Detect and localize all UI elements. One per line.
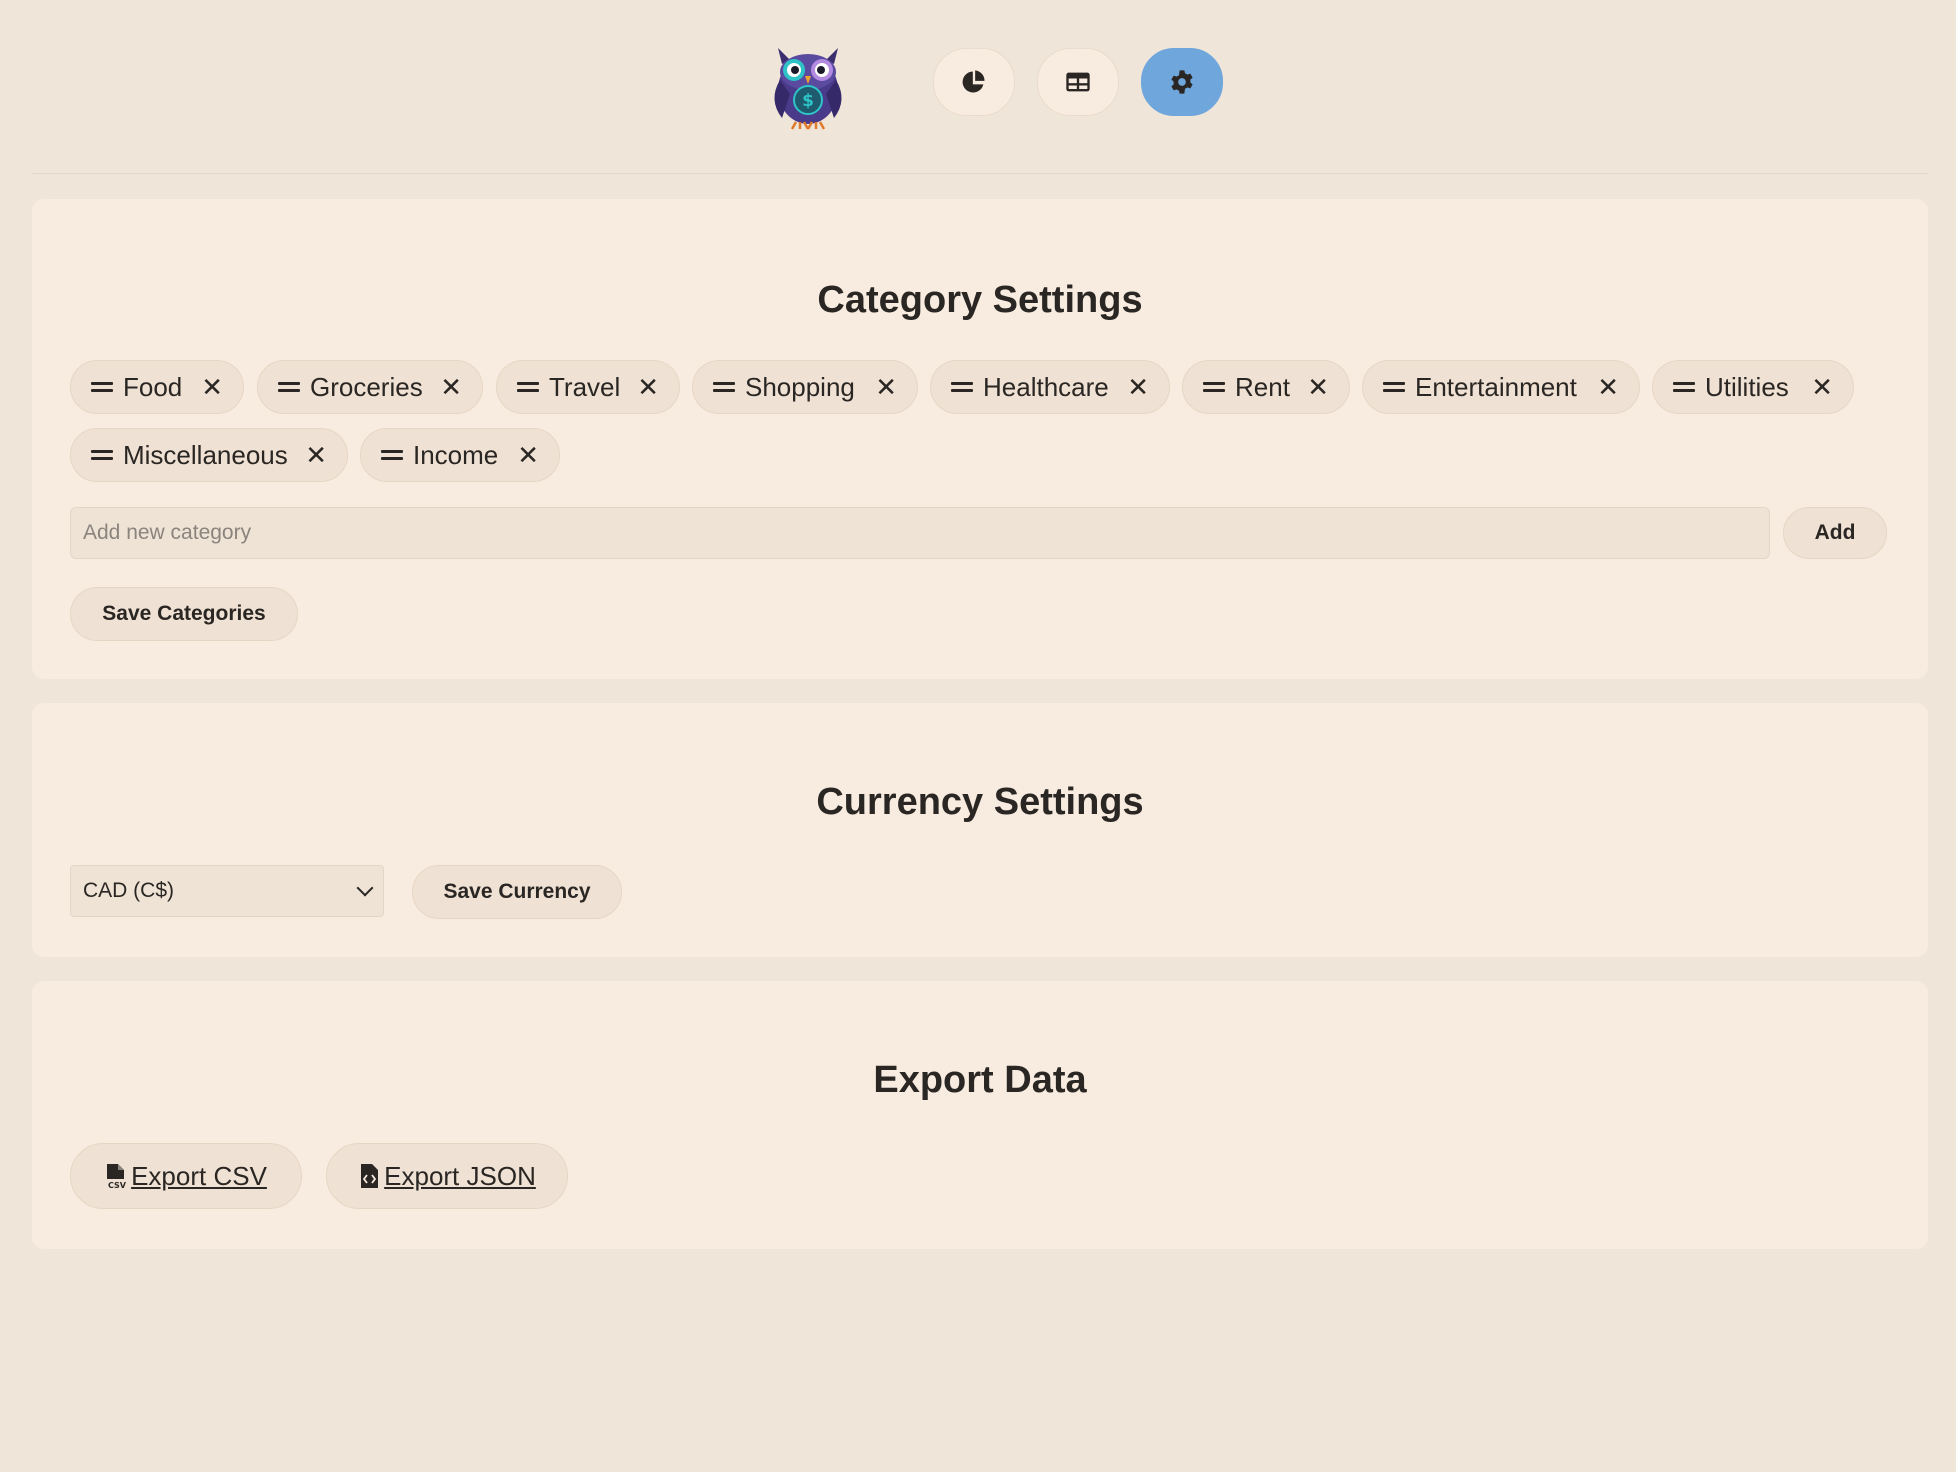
category-chip-groceries: Groceries ✕ bbox=[257, 360, 483, 414]
drag-handle-icon[interactable] bbox=[381, 449, 403, 461]
remove-category-icon[interactable]: ✕ bbox=[623, 374, 659, 400]
currency-select[interactable]: CAD (C$) bbox=[70, 865, 384, 917]
category-label: Utilities bbox=[1705, 371, 1789, 402]
category-label: Healthcare bbox=[983, 371, 1109, 402]
remove-category-icon[interactable]: ✕ bbox=[426, 374, 462, 400]
table-icon bbox=[1066, 72, 1090, 92]
remove-category-icon[interactable]: ✕ bbox=[503, 442, 539, 468]
drag-handle-icon[interactable] bbox=[517, 381, 539, 393]
drag-handle-icon[interactable] bbox=[713, 381, 735, 393]
nav-transactions-button[interactable] bbox=[1037, 48, 1119, 116]
currency-settings-card: Currency Settings CAD (C$) Save Currency bbox=[32, 703, 1928, 957]
save-categories-button[interactable]: Save Categories bbox=[70, 587, 298, 641]
export-json-button[interactable]: Export JSON bbox=[326, 1143, 568, 1209]
owl-logo: $ bbox=[774, 48, 842, 130]
category-chip-income: Income ✕ bbox=[360, 428, 560, 482]
export-csv-button[interactable]: CSV Export CSV bbox=[70, 1143, 302, 1209]
remove-category-icon[interactable]: ✕ bbox=[1293, 374, 1329, 400]
category-chip-food: Food ✕ bbox=[70, 360, 244, 414]
code-file-icon bbox=[361, 1164, 379, 1188]
remove-category-icon[interactable]: ✕ bbox=[861, 374, 897, 400]
category-chip-shopping: Shopping ✕ bbox=[692, 360, 918, 414]
csv-file-icon: CSV bbox=[107, 1164, 127, 1189]
category-chip-utilities: Utilities ✕ bbox=[1652, 360, 1854, 414]
save-currency-button[interactable]: Save Currency bbox=[412, 865, 622, 919]
drag-handle-icon[interactable] bbox=[278, 381, 300, 393]
header-divider bbox=[32, 173, 1928, 174]
svg-text:CSV: CSV bbox=[108, 1181, 127, 1189]
drag-handle-icon[interactable] bbox=[1673, 381, 1695, 393]
drag-handle-icon[interactable] bbox=[1203, 381, 1225, 393]
nav-dashboard-button[interactable] bbox=[933, 48, 1015, 116]
export-csv-label: Export CSV bbox=[131, 1160, 267, 1191]
export-data-title: Export Data bbox=[873, 1059, 1087, 1101]
category-label: Entertainment bbox=[1415, 371, 1577, 402]
drag-handle-icon[interactable] bbox=[951, 381, 973, 393]
category-label: Shopping bbox=[745, 371, 855, 402]
category-label: Groceries bbox=[310, 371, 423, 402]
category-chip-healthcare: Healthcare ✕ bbox=[930, 360, 1170, 414]
new-category-input[interactable] bbox=[70, 507, 1770, 559]
category-label: Income bbox=[413, 439, 499, 470]
svg-text:$: $ bbox=[802, 91, 814, 111]
category-settings-title: Category Settings bbox=[817, 279, 1143, 321]
remove-category-icon[interactable]: ✕ bbox=[1797, 374, 1833, 400]
drag-handle-icon[interactable] bbox=[91, 449, 113, 461]
remove-category-icon[interactable]: ✕ bbox=[1113, 374, 1149, 400]
remove-category-icon[interactable]: ✕ bbox=[187, 374, 223, 400]
category-label: Miscellaneous bbox=[123, 439, 288, 470]
gear-icon bbox=[1171, 70, 1193, 94]
category-chip-entertainment: Entertainment ✕ bbox=[1362, 360, 1640, 414]
add-category-button[interactable]: Add bbox=[1783, 507, 1887, 559]
pie-chart-icon bbox=[962, 70, 985, 93]
export-data-card: Export Data CSV Export CSV Export JSON bbox=[32, 981, 1928, 1249]
drag-handle-icon[interactable] bbox=[91, 381, 113, 393]
currency-settings-title: Currency Settings bbox=[816, 781, 1144, 823]
category-chip-travel: Travel ✕ bbox=[496, 360, 680, 414]
drag-handle-icon[interactable] bbox=[1383, 381, 1405, 393]
category-label: Food bbox=[123, 371, 183, 402]
category-chip-miscellaneous: Miscellaneous ✕ bbox=[70, 428, 348, 482]
export-json-label: Export JSON bbox=[384, 1160, 536, 1191]
category-settings-card: Category Settings Food ✕ Groceries ✕ Tra… bbox=[32, 199, 1928, 679]
nav-settings-button[interactable] bbox=[1141, 48, 1223, 116]
currency-selected-value: CAD (C$) bbox=[83, 879, 175, 902]
remove-category-icon[interactable]: ✕ bbox=[1583, 374, 1619, 400]
chevron-down-icon bbox=[356, 879, 374, 897]
top-nav: $ bbox=[0, 0, 1956, 174]
category-label: Rent bbox=[1235, 371, 1290, 402]
category-chip-rent: Rent ✕ bbox=[1182, 360, 1350, 414]
remove-category-icon[interactable]: ✕ bbox=[291, 442, 327, 468]
category-label: Travel bbox=[549, 371, 621, 402]
